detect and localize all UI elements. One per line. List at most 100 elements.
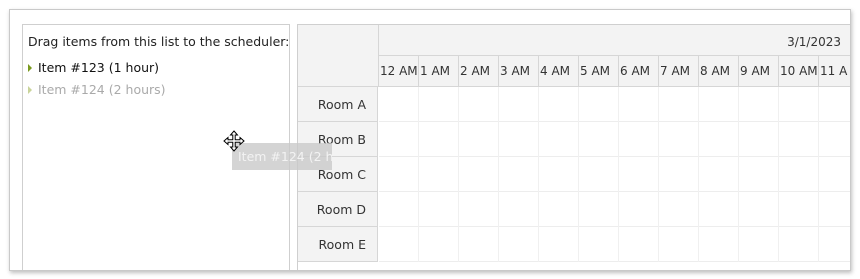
time-slot-cell[interactable] — [819, 87, 850, 122]
resource-row-cells — [379, 157, 850, 192]
list-title: Drag items from this list to the schedul… — [28, 34, 290, 49]
time-slot-cell[interactable] — [459, 122, 499, 157]
time-slot-cell[interactable] — [419, 192, 459, 227]
date-label: 3/1/2023 — [787, 35, 841, 49]
time-slot-cell[interactable] — [499, 192, 539, 227]
time-slot-cell[interactable] — [739, 157, 779, 192]
hour-header-cell: 10 AM — [779, 56, 819, 86]
drag-ghost-label: Item #124 (2 ho — [238, 149, 332, 164]
resource-row: Room A — [298, 87, 850, 122]
time-slot-cell[interactable] — [539, 122, 579, 157]
time-slot-cell[interactable] — [459, 227, 499, 262]
time-slot-cell[interactable] — [819, 192, 850, 227]
time-slot-cell[interactable] — [419, 122, 459, 157]
time-slot-cell[interactable] — [659, 192, 699, 227]
hour-header-cell: 3 AM — [499, 56, 539, 86]
time-slot-cell[interactable] — [539, 87, 579, 122]
hour-header-cell: 8 AM — [699, 56, 739, 86]
time-slot-cell[interactable] — [379, 122, 419, 157]
time-slot-cell[interactable] — [379, 227, 419, 262]
hour-header-cell: 6 AM — [619, 56, 659, 86]
time-slot-cell[interactable] — [459, 192, 499, 227]
time-slot-cell[interactable] — [659, 227, 699, 262]
time-slot-cell[interactable] — [819, 227, 850, 262]
time-slot-cell[interactable] — [779, 157, 819, 192]
hour-header-cell: 2 AM — [459, 56, 499, 86]
scheduler: 3/1/2023 12 AM 1 AM 2 AM 3 AM 4 AM 5 AM 6 AM 7 … — [297, 24, 850, 270]
time-slot-cell[interactable] — [659, 122, 699, 157]
time-slot-cell[interactable] — [619, 227, 659, 262]
time-slot-cell[interactable] — [499, 227, 539, 262]
time-slot-cell[interactable] — [419, 227, 459, 262]
time-slot-cell[interactable] — [619, 122, 659, 157]
time-slot-cell[interactable] — [539, 227, 579, 262]
time-slot-cell[interactable] — [739, 122, 779, 157]
date-header: 3/1/2023 — [379, 25, 850, 56]
time-slot-cell[interactable] — [419, 157, 459, 192]
time-slot-cell[interactable] — [819, 122, 850, 157]
scheduler-corner — [298, 25, 379, 87]
resource-row-cells — [379, 227, 850, 262]
list-item-label: Item #124 (2 hours) — [38, 82, 166, 97]
app-window: Drag items from this list to the schedul… — [9, 9, 851, 271]
time-slot-cell[interactable] — [579, 227, 619, 262]
time-slot-cell[interactable] — [619, 87, 659, 122]
hour-header-cell: 9 AM — [739, 56, 779, 86]
time-slot-cell[interactable] — [579, 122, 619, 157]
time-slot-cell[interactable] — [619, 192, 659, 227]
time-slot-cell[interactable] — [579, 87, 619, 122]
time-slot-cell[interactable] — [659, 157, 699, 192]
time-slot-cell[interactable] — [619, 157, 659, 192]
list-item-124[interactable]: Item #124 (2 hours) — [25, 82, 166, 97]
time-slot-cell[interactable] — [739, 192, 779, 227]
time-slot-cell[interactable] — [459, 157, 499, 192]
hour-header-cell: 4 AM — [539, 56, 579, 86]
time-slot-cell[interactable] — [579, 192, 619, 227]
hour-header-cell: 5 AM — [579, 56, 619, 86]
resource-row-header: Room A — [298, 87, 378, 122]
time-slot-cell[interactable] — [499, 157, 539, 192]
time-slot-cell[interactable] — [539, 157, 579, 192]
time-slot-cell[interactable] — [699, 87, 739, 122]
time-slot-cell[interactable] — [819, 157, 850, 192]
time-slot-cell[interactable] — [419, 87, 459, 122]
hour-header-cell: 12 AM — [379, 56, 419, 86]
hour-header-cell: 7 AM — [659, 56, 699, 86]
time-slot-cell[interactable] — [779, 192, 819, 227]
time-slot-cell[interactable] — [779, 227, 819, 262]
time-slot-cell[interactable] — [699, 157, 739, 192]
list-item-123[interactable]: Item #123 (1 hour) — [25, 60, 159, 75]
hour-header-cell: 1 AM — [419, 56, 459, 86]
time-slot-cell[interactable] — [699, 122, 739, 157]
drag-ghost: Item #124 (2 ho — [232, 143, 332, 170]
time-slot-cell[interactable] — [499, 122, 539, 157]
hour-header-cell: 11 A — [819, 56, 850, 86]
time-slot-cell[interactable] — [499, 87, 539, 122]
time-slot-cell[interactable] — [739, 227, 779, 262]
resource-row-cells — [379, 87, 850, 122]
resource-row: Room D — [298, 192, 850, 227]
resource-row: Room C — [298, 157, 850, 192]
time-slot-cell[interactable] — [539, 192, 579, 227]
resource-row-cells — [379, 192, 850, 227]
caret-right-icon — [28, 64, 32, 72]
time-slot-cell[interactable] — [699, 192, 739, 227]
hour-header-row: 12 AM 1 AM 2 AM 3 AM 4 AM 5 AM 6 AM 7 AM 8 AM 9 A… — [379, 56, 850, 87]
time-slot-cell[interactable] — [659, 87, 699, 122]
resource-row: Room B — [298, 122, 850, 157]
time-slot-cell[interactable] — [379, 157, 419, 192]
resource-row-header: Room D — [298, 192, 378, 227]
time-slot-cell[interactable] — [739, 87, 779, 122]
resource-row: Room E — [298, 227, 850, 262]
time-slot-cell[interactable] — [379, 192, 419, 227]
time-slot-cell[interactable] — [699, 227, 739, 262]
resource-row-header: Room E — [298, 227, 378, 262]
time-slot-cell[interactable] — [579, 157, 619, 192]
time-slot-cell[interactable] — [779, 122, 819, 157]
list-item-label: Item #123 (1 hour) — [38, 60, 160, 75]
time-slot-cell[interactable] — [459, 87, 499, 122]
resource-row-cells — [379, 122, 850, 157]
caret-right-icon — [28, 86, 32, 94]
time-slot-cell[interactable] — [779, 87, 819, 122]
time-slot-cell[interactable] — [379, 87, 419, 122]
